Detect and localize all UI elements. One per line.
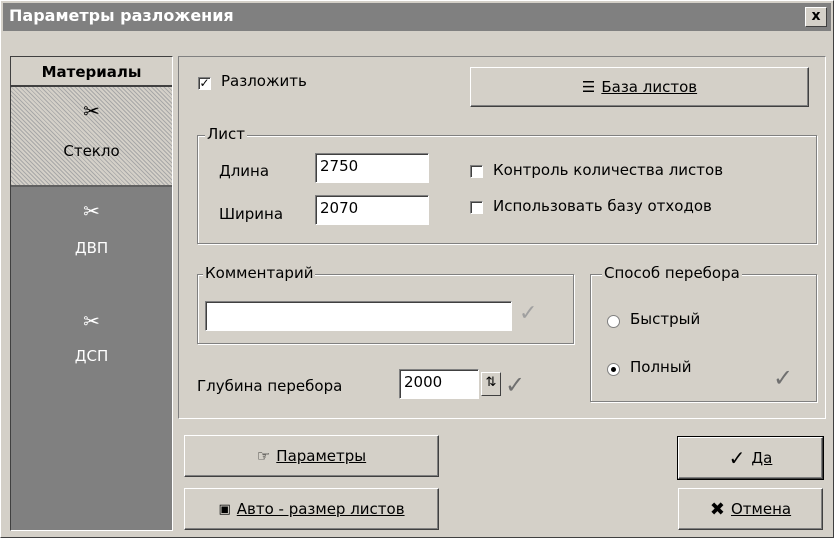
layout-checkbox[interactable]: ✓ — [198, 77, 211, 90]
material-item-dsp[interactable]: ✂ ДСП — [11, 287, 172, 387]
resize-icon: ▣ — [218, 501, 231, 517]
material-label: ДВП — [74, 239, 109, 257]
material-item-dvp[interactable]: ✂ ДВП — [11, 187, 172, 287]
parameters-button[interactable]: ☞ Параметры — [184, 435, 439, 477]
sheet-base-button[interactable]: ☰ База листов — [470, 67, 809, 107]
depth-spinner[interactable]: ⇅ — [481, 372, 501, 396]
sheet-base-label: База листов — [601, 78, 698, 96]
ok-label: Да — [751, 449, 773, 467]
depth-input[interactable]: 2000 — [399, 369, 479, 399]
apply-search-icon[interactable]: ✓ — [773, 364, 793, 392]
search-method-label: Способ перебора — [602, 264, 742, 282]
waste-base-label: Использовать базу отходов — [493, 197, 712, 215]
dialog-window: Параметры разложения x Материалы ✂ Стекл… — [0, 0, 834, 538]
auto-size-button[interactable]: ▣ Авто - размер листов — [184, 488, 439, 530]
auto-size-label: Авто - размер листов — [236, 500, 405, 518]
cancel-label: Отмена — [731, 500, 792, 518]
material-label: Стекло — [63, 142, 120, 160]
sheet-group — [197, 135, 817, 244]
cancel-button[interactable]: ✖ Отмена — [678, 488, 823, 530]
comment-group-label: Комментарий — [203, 264, 316, 282]
full-radio[interactable] — [607, 363, 620, 376]
materials-header: Материалы — [11, 57, 172, 87]
scissors-icon: ✂ — [83, 199, 100, 223]
fast-radio[interactable] — [607, 315, 620, 328]
comment-input[interactable] — [205, 301, 512, 331]
sheet-count-control-checkbox[interactable] — [470, 165, 483, 178]
length-input[interactable]: 2750 — [315, 153, 429, 183]
parameters-label: Параметры — [276, 447, 367, 465]
main-panel: ✓ Разложить ☰ База листов Лист Длина 275… — [178, 56, 826, 419]
window-title: Параметры разложения — [9, 6, 234, 25]
waste-base-checkbox[interactable] — [470, 201, 483, 214]
material-label: ДСП — [74, 347, 109, 365]
stack-icon: ☰ — [581, 78, 596, 96]
checkmark-icon: ✓ — [728, 446, 746, 470]
fast-radio-label: Быстрый — [630, 310, 701, 328]
material-item-glass[interactable]: ✂ Стекло — [11, 87, 172, 187]
full-radio-label: Полный — [630, 358, 692, 376]
layout-checkbox-label: Разложить — [221, 72, 307, 90]
apply-comment-icon[interactable]: ✓ — [519, 301, 537, 326]
materials-panel: Материалы ✂ Стекло ✂ ДВП ✂ ДСП — [10, 56, 173, 531]
depth-label: Глубина перебора — [197, 377, 343, 395]
width-label: Ширина — [219, 205, 284, 223]
scissors-icon: ✂ — [83, 99, 100, 123]
close-button[interactable]: x — [805, 7, 827, 27]
hand-icon: ☞ — [256, 447, 271, 465]
sheet-count-control-label: Контроль количества листов — [493, 161, 724, 179]
cross-icon: ✖ — [709, 498, 725, 520]
scissors-icon: ✂ — [83, 309, 100, 333]
sheet-group-label: Лист — [205, 125, 248, 143]
title-bar[interactable]: Параметры разложения x — [3, 3, 831, 31]
apply-depth-icon[interactable]: ✓ — [505, 371, 525, 399]
width-input[interactable]: 2070 — [315, 195, 429, 225]
length-label: Длина — [219, 162, 270, 180]
ok-button[interactable]: ✓ Да — [677, 436, 824, 480]
